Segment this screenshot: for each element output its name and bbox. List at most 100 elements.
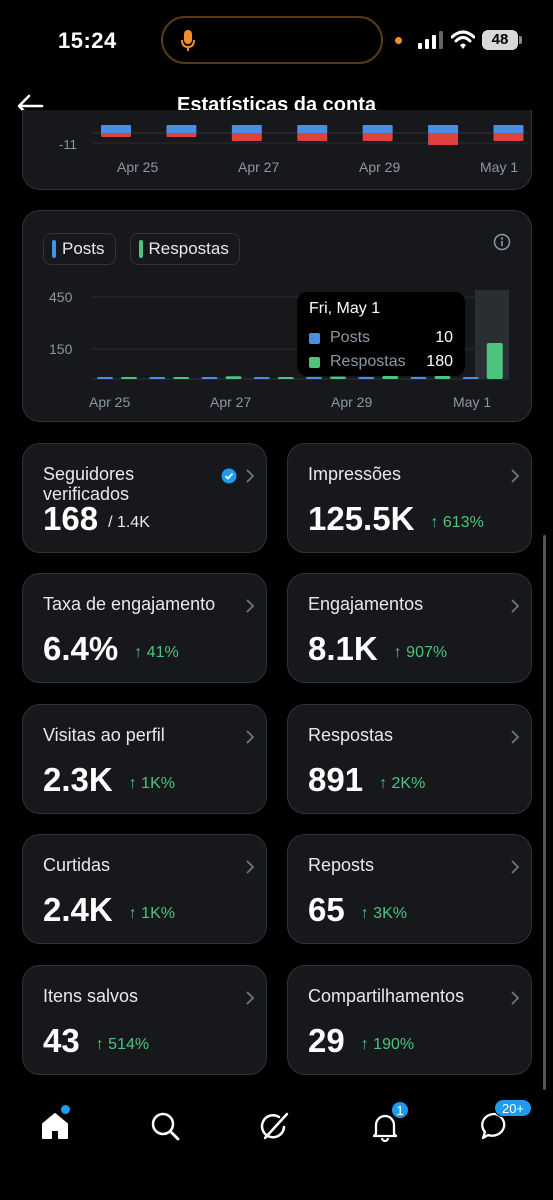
bar-respostas[interactable] (225, 376, 242, 379)
tab-bar: 1 20+ (0, 1094, 553, 1200)
metric-value: 6.4% (43, 630, 119, 667)
tooltip-date: Fri, May 1 (309, 300, 381, 317)
posts-replies-chart-card: Posts Respostas 450 150 Apr 25 Apr 27 Apr 29… (22, 210, 532, 422)
metric-change: ↑ 190% (361, 1036, 414, 1054)
metric-card-seguidores-verificados[interactable]: Seguidores verificados 168 / 1.4K (22, 443, 267, 553)
bar-respostas[interactable] (173, 377, 190, 379)
metric-change: ↑ 1K% (129, 775, 175, 793)
main-chart-x-label: Apr 29 (331, 394, 372, 410)
tooltip-posts-swatch (309, 332, 320, 344)
metric-card-respostas[interactable]: Respostas 891 ↑ 2K% (287, 704, 532, 814)
metric-label: Compartilhamentos (308, 986, 465, 1006)
metric-card-taxa-de-engajamento[interactable]: Taxa de engajamento 6.4% ↑ 41% (22, 573, 267, 683)
chevron-right-icon (511, 991, 520, 1005)
arrow-up-icon: ↑ (379, 775, 388, 792)
top-chart-bar (166, 125, 197, 133)
top-chart-bar (231, 133, 262, 141)
top-chart-x-label: Apr 29 (359, 159, 400, 175)
metric-value: 43 (43, 1022, 80, 1059)
arrow-up-icon: ↑ (393, 644, 402, 661)
metric-value: 65 (308, 891, 345, 928)
bar-posts[interactable] (253, 377, 270, 379)
top-chart-y-tick: -11 (59, 137, 77, 152)
top-chart-bar (166, 133, 197, 137)
chart-tooltip: Fri, May 1 Posts 10 Respostas 180 (297, 292, 465, 376)
metric-value: 168 (43, 500, 99, 537)
metric-label: Visitas ao perfil (43, 725, 165, 745)
signal-icon (418, 31, 443, 49)
top-chart-bar (231, 125, 262, 133)
metric-card-engajamentos[interactable]: Engajamentos 8.1K ↑ 907% (287, 573, 532, 683)
scroll-indicator[interactable] (543, 535, 546, 1090)
tab-grok[interactable] (257, 1108, 297, 1148)
metric-change-value: 2K% (391, 775, 426, 792)
tab-notifications[interactable]: 1 (367, 1101, 409, 1148)
top-chart-bar (493, 133, 524, 141)
chevron-right-icon (511, 469, 520, 483)
metric-label: Itens salvos (43, 986, 139, 1006)
chevron-right-icon (246, 991, 255, 1005)
metric-change: ↑ 3K% (361, 905, 407, 923)
metric-change-value: 41% (146, 644, 179, 661)
bar-respostas[interactable] (434, 376, 451, 379)
status-bar: 15:24 48 (0, 0, 553, 80)
metric-change-value: 1K% (141, 775, 175, 792)
arrow-up-icon: ↑ (128, 775, 137, 792)
metric-change-value: 3K% (373, 905, 407, 922)
tab-messages[interactable]: 20+ (477, 1099, 532, 1148)
bar-respostas[interactable] (121, 377, 137, 379)
metric-label: Respostas (308, 725, 394, 745)
bar-respostas[interactable] (382, 376, 399, 379)
metric-card-itens-salvos[interactable]: Itens salvos 43 ↑ 514% (22, 965, 267, 1075)
bar-posts[interactable] (306, 377, 322, 379)
metric-label: Impressões (308, 464, 402, 484)
clock: 15:24 (58, 28, 117, 53)
bar-posts[interactable] (358, 377, 375, 379)
metric-change-value: 907% (406, 644, 448, 661)
metric-card-curtidas[interactable]: Curtidas 2.4K ↑ 1K% (22, 834, 267, 944)
tooltip-respostas-value: 180 (426, 353, 453, 370)
top-chart-x-label: May 1 (480, 159, 518, 175)
metric-change-value: 514% (108, 1036, 150, 1053)
tooltip-row-posts: Posts 10 (309, 326, 453, 350)
arrow-up-icon: ↑ (95, 1036, 104, 1053)
mic-icon (181, 30, 195, 51)
chevron-right-icon (246, 469, 255, 483)
chevron-right-icon (511, 599, 520, 613)
top-chart-bar (101, 125, 131, 133)
tooltip-posts-value: 10 (435, 329, 453, 346)
metric-label: Taxa de engajamento (43, 594, 216, 614)
bar-respostas[interactable] (486, 343, 503, 379)
top-chart-bar (297, 133, 328, 141)
top-chart-bar (362, 125, 393, 133)
top-chart-bar (101, 133, 131, 137)
metric-card-compartilhamentos[interactable]: Compartilhamentos 29 ↑ 190% (287, 965, 532, 1075)
tooltip-row-respostas: Respostas 180 (309, 350, 453, 374)
top-chart-bar (297, 125, 328, 133)
chevron-right-icon (511, 730, 520, 744)
grok-icon (260, 1112, 289, 1140)
bar-posts[interactable] (97, 377, 113, 379)
metric-card-visitas-ao-perfil[interactable]: Visitas ao perfil 2.3K ↑ 1K% (22, 704, 267, 814)
metric-label: Reposts (308, 855, 375, 875)
chevron-right-icon (246, 860, 255, 874)
tooltip-respostas-label: Respostas (330, 353, 406, 370)
top-chart-bar (493, 125, 524, 133)
bar-posts[interactable] (410, 377, 427, 379)
metric-label: Engajamentos (308, 594, 424, 614)
tab-home[interactable] (37, 1105, 77, 1148)
top-chart-bar (362, 133, 393, 141)
bar-respostas[interactable] (330, 376, 346, 379)
tab-search[interactable] (147, 1108, 187, 1148)
bar-posts[interactable] (462, 377, 479, 379)
chevron-right-icon (246, 599, 255, 613)
bar-respostas[interactable] (277, 377, 294, 379)
main-chart-x-label: May 1 (453, 394, 491, 410)
main-chart-x-label: Apr 25 (89, 394, 130, 410)
metric-card-reposts[interactable]: Reposts 65 ↑ 3K% (287, 834, 532, 944)
recording-dot (395, 37, 402, 44)
notifications-badge: 1 (391, 1101, 409, 1119)
bar-posts[interactable] (201, 377, 218, 379)
metric-card-impressoes[interactable]: Impressões 125.5K ↑ 613% (287, 443, 532, 553)
bar-posts[interactable] (149, 377, 166, 379)
